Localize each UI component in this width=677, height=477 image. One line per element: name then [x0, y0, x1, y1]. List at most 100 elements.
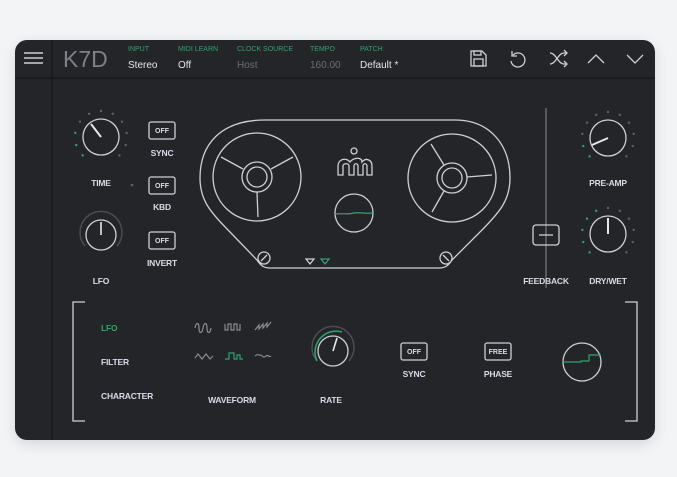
lfo-label: LFO: [93, 276, 110, 286]
app-title: K7D: [63, 46, 108, 72]
kbd-label: KBD: [153, 202, 171, 212]
knob-scale-dot: [631, 144, 634, 148]
knob-scale-dot: [124, 143, 127, 147]
knob-scale-dot: [632, 228, 635, 232]
input-label: INPUT: [128, 46, 150, 53]
svg-text:OFF: OFF: [155, 238, 170, 245]
brand-logo-icon: [337, 147, 373, 176]
square-wave-icon[interactable]: [224, 323, 241, 331]
preamp-label: PRE-AMP: [589, 178, 627, 188]
kbd-toggle[interactable]: OFF: [148, 176, 176, 195]
knob-scale-dot: [618, 113, 622, 117]
knob-scale-dot: [606, 110, 610, 114]
knob-scale-dot: [588, 251, 591, 254]
chevron-up-icon[interactable]: [587, 54, 605, 64]
knob-scale-dot: [582, 240, 585, 244]
tab-lfo[interactable]: LFO: [101, 323, 118, 333]
knob-scale-dot: [99, 109, 103, 113]
tab-filter[interactable]: FILTER: [101, 357, 129, 367]
knob-scale-dot: [581, 132, 584, 136]
feedback-label: FEEDBACK: [523, 276, 570, 286]
shuffle-icon[interactable]: [549, 49, 568, 68]
screw-icon: [257, 251, 271, 265]
triangle-wave-icon[interactable]: [194, 353, 214, 360]
right-bracket: [625, 301, 638, 422]
waveform-label: WAVEFORM: [208, 395, 256, 405]
rate-knob[interactable]: [311, 325, 355, 367]
knob-scale-dot: [594, 209, 598, 213]
patch-value[interactable]: Default *: [360, 60, 398, 71]
clock-source-value[interactable]: Host: [237, 60, 258, 71]
knob-scale-dot: [627, 121, 631, 124]
svg-text:FREE: FREE: [489, 349, 508, 356]
svg-text:OFF: OFF: [155, 128, 170, 135]
lfo-sync-label: SYNC: [403, 369, 426, 379]
knob-scale-dot: [118, 154, 121, 157]
tempo-label: TEMPO: [310, 46, 335, 53]
saw-wave-icon[interactable]: [254, 321, 272, 331]
invert-label: INVERT: [147, 258, 178, 268]
sine-wave-icon[interactable]: [194, 322, 212, 334]
feedback-fader[interactable]: [532, 108, 560, 288]
random-wave-icon[interactable]: [254, 354, 272, 358]
svg-text:OFF: OFF: [155, 183, 170, 190]
plugin-panel: K7D INPUT Stereo MIDI LEARN Off CLOCK SO…: [15, 40, 655, 440]
tape-machine: [199, 119, 511, 269]
lfo-sync-toggle[interactable]: OFF: [400, 342, 428, 361]
patch-label: PATCH: [360, 46, 383, 53]
left-bracket: [72, 301, 85, 422]
svg-text:OFF: OFF: [407, 349, 422, 356]
knob-scale-dot: [632, 132, 635, 136]
knob-scale-dot: [627, 217, 631, 220]
knob-scale-dot: [78, 120, 82, 123]
sync-label: SYNC: [151, 148, 174, 158]
chevron-down-icon[interactable]: [626, 54, 644, 64]
knob-scale-dot: [125, 131, 128, 135]
phase-label: PHASE: [484, 369, 513, 379]
knob-scale-dot: [588, 155, 591, 158]
knob-scale-dot: [625, 155, 628, 158]
triangle-active-icon: [319, 258, 331, 266]
knob-scale-dot: [581, 228, 584, 232]
drywet-knob[interactable]: [581, 206, 635, 254]
knob-scale-dot: [75, 143, 78, 147]
knob-scale-dot: [87, 112, 91, 116]
knob-scale-dot: [625, 251, 628, 254]
knob-scale-dot: [74, 131, 77, 135]
lfo-preview: [562, 342, 602, 382]
right-reel: [407, 133, 497, 223]
drywet-label: DRY/WET: [589, 276, 627, 286]
clock-source-label: CLOCK SOURCE: [237, 46, 293, 53]
sync-toggle[interactable]: OFF: [148, 121, 176, 140]
left-reel: [212, 132, 302, 222]
undo-icon[interactable]: [510, 51, 526, 68]
knob-scale-dot: [594, 113, 598, 117]
knob-scale-dot: [582, 144, 585, 148]
time-knob[interactable]: [74, 109, 128, 157]
knob-scale-dot: [585, 121, 589, 124]
tempo-value[interactable]: 160.00: [310, 60, 341, 71]
lfo-knob[interactable]: [79, 210, 123, 251]
screw-icon: [439, 251, 453, 265]
tab-character[interactable]: CHARACTER: [101, 391, 153, 401]
knob-scale-dot: [81, 154, 84, 157]
triangle-icon: [304, 258, 316, 266]
knob-scale-dot: [120, 120, 124, 123]
input-value[interactable]: Stereo: [128, 60, 158, 71]
phase-toggle[interactable]: FREE: [484, 342, 512, 361]
save-icon[interactable]: [470, 50, 487, 67]
preamp-knob[interactable]: [581, 110, 635, 158]
plugin-graphics: K7D INPUT Stereo MIDI LEARN Off CLOCK SO…: [15, 40, 655, 440]
knob-scale-dot: [618, 209, 622, 213]
knob-scale-dot: [585, 217, 589, 220]
knob-scale-dot: [606, 206, 610, 210]
invert-toggle[interactable]: OFF: [148, 231, 176, 250]
rate-label: RATE: [320, 395, 342, 405]
pulse-wave-icon[interactable]: [225, 352, 243, 360]
knob-scale-dot: [111, 112, 115, 116]
menu-icon[interactable]: [24, 52, 43, 64]
time-label: TIME: [91, 178, 111, 188]
midi-learn-label: MIDI LEARN: [178, 46, 218, 53]
oscilloscope: [334, 193, 374, 233]
midi-learn-value[interactable]: Off: [178, 60, 191, 71]
